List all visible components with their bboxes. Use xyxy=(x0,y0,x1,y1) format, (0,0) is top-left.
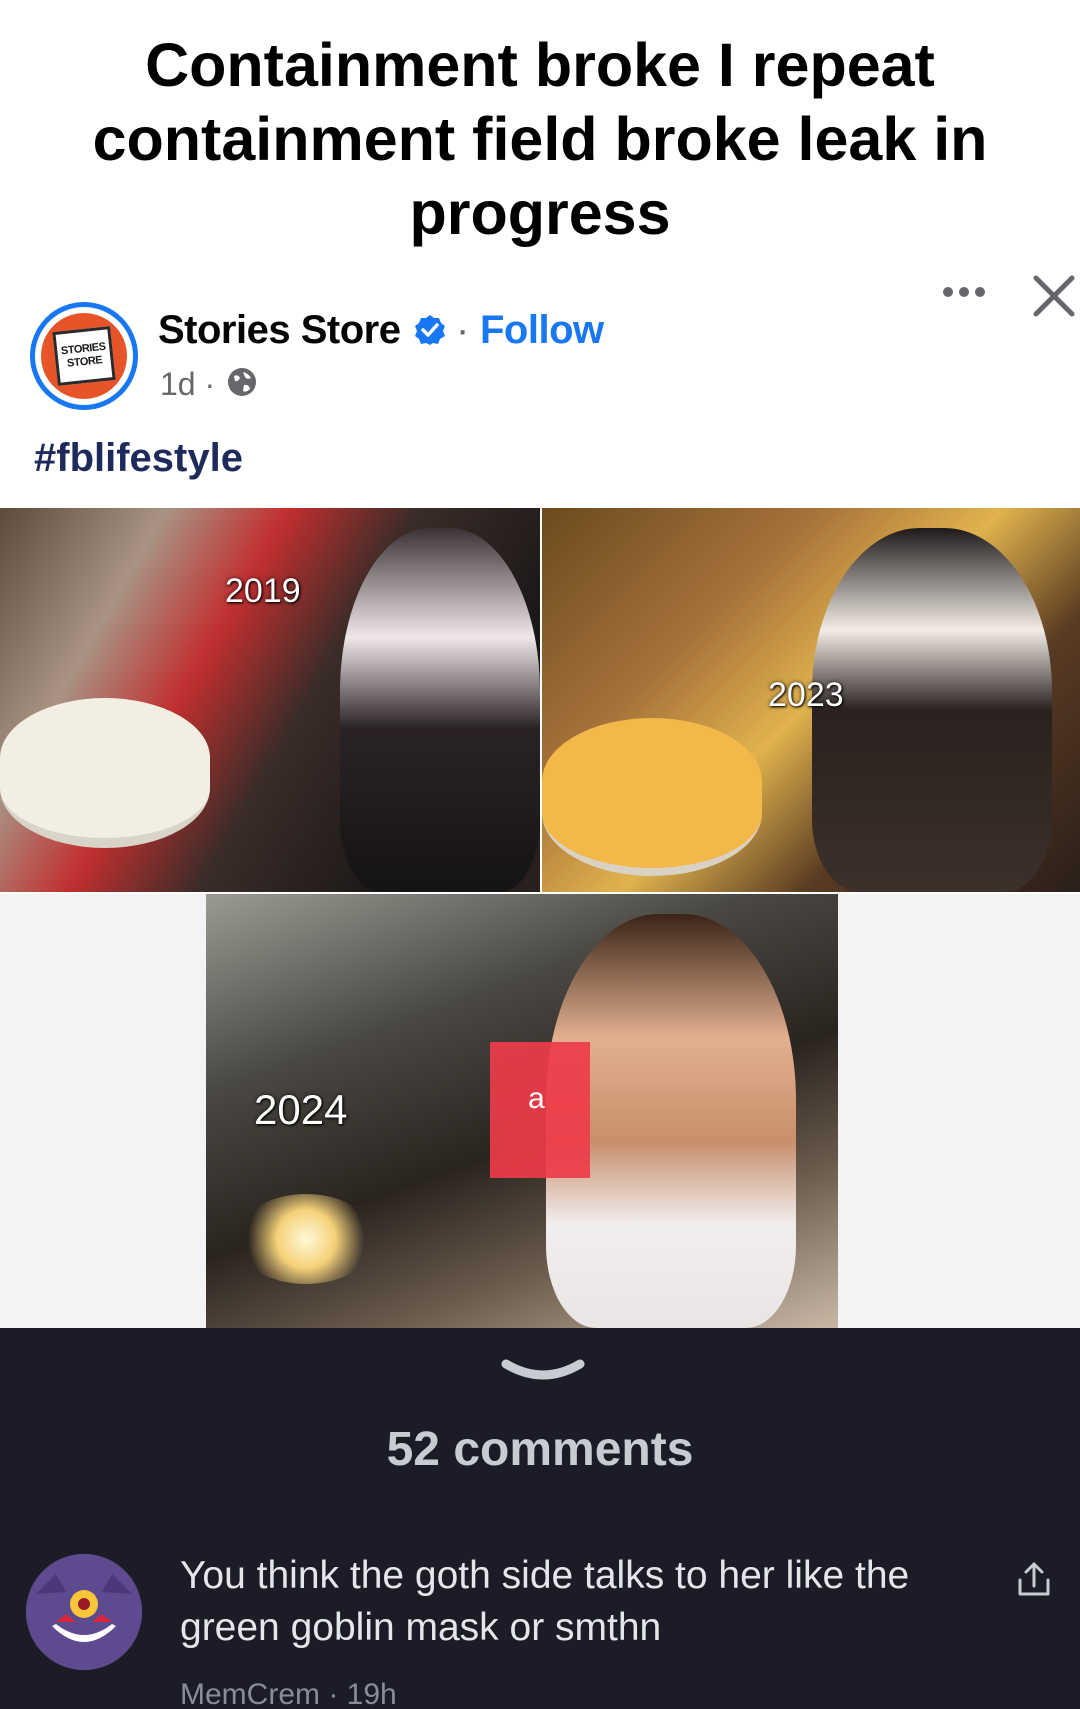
comments-sheet: 52 comments You think the goth side talk… xyxy=(0,1328,1080,1709)
share-icon[interactable] xyxy=(1014,1560,1054,1600)
logo-text-2: STORE xyxy=(66,354,103,370)
post-header: STORIES STORE Stories Store · Follow 1d … xyxy=(30,300,1080,420)
page-avatar[interactable]: STORIES STORE xyxy=(30,302,138,410)
collage-side-left xyxy=(0,894,206,1328)
follow-button[interactable]: Follow xyxy=(480,308,604,353)
goth-girl-2019 xyxy=(340,528,540,892)
red-overlay-box: a xyxy=(490,1042,590,1178)
commenter-avatar[interactable] xyxy=(26,1554,142,1670)
birthday-cake-2019 xyxy=(0,698,210,848)
birthday-cake-2023 xyxy=(542,718,762,876)
year-label-2019: 2019 xyxy=(225,572,301,610)
comment-meta: MemCrem · 19h xyxy=(180,1678,397,1709)
caption-line-2: containment field broke leak in xyxy=(92,105,988,173)
post-time: 1d · xyxy=(160,366,216,402)
overlay-letter: a xyxy=(528,1082,545,1115)
gengar-avatar-icon xyxy=(26,1554,142,1670)
comment-text: You think the goth side talks to her lik… xyxy=(180,1554,910,1649)
photo-2023: 2023 xyxy=(542,508,1080,892)
more-dots-icon[interactable] xyxy=(936,270,1006,310)
hashtag-link[interactable]: #fblifestyle xyxy=(34,436,243,481)
collage-side-right xyxy=(838,894,1080,1328)
chevron-down-icon[interactable] xyxy=(498,1356,588,1386)
avatar-logo-bg: STORIES STORE xyxy=(41,313,127,399)
header-separator: · xyxy=(456,308,470,352)
photo-2019: 2019 xyxy=(0,508,540,892)
globe-icon xyxy=(228,368,256,396)
page-name[interactable]: Stories Store xyxy=(158,308,401,353)
meme-caption: Containment broke I repeat containment f… xyxy=(40,28,1040,250)
goth-girl-2023 xyxy=(812,528,1052,892)
verified-badge-icon xyxy=(415,315,445,345)
close-icon[interactable] xyxy=(1030,272,1078,320)
year-label-2023: 2023 xyxy=(768,676,844,714)
comments-count: 52 comments xyxy=(386,1423,694,1476)
stories-store-logo: STORIES STORE xyxy=(52,326,116,386)
post-photo-collage[interactable]: 2019 2023 2024 a xyxy=(0,508,1080,1328)
caption-line-3: progress xyxy=(409,179,671,247)
year-label-2024: 2024 xyxy=(254,1086,348,1133)
sparkler-candles xyxy=(236,1194,376,1284)
caption-line-1: Containment broke I repeat xyxy=(145,31,935,99)
